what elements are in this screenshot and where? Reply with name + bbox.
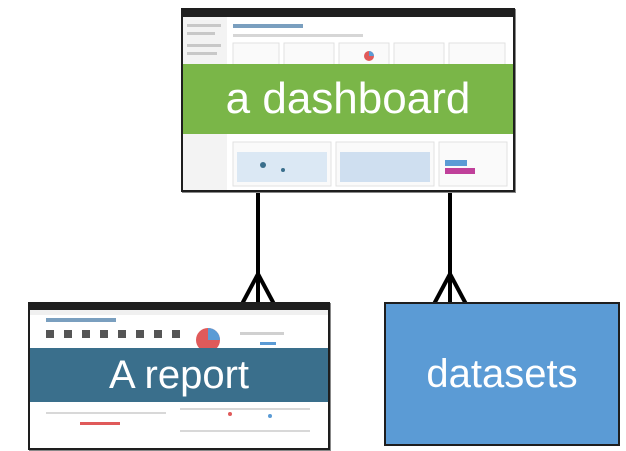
dashboard-node: a dashboard <box>181 8 515 192</box>
crowfoot-datasets-right <box>448 273 468 305</box>
datasets-label: datasets <box>426 351 578 396</box>
crowfoot-report-left <box>240 273 260 305</box>
dashboard-label: a dashboard <box>225 74 471 123</box>
dashboard-banner: a dashboard <box>183 64 513 134</box>
crowfoot-datasets-left <box>432 273 452 305</box>
datasets-node: datasets <box>384 302 620 446</box>
report-label: A report <box>108 352 250 397</box>
report-node: A report <box>28 302 330 450</box>
report-banner: A report <box>30 348 328 402</box>
crowfoot-report-right <box>256 273 276 305</box>
